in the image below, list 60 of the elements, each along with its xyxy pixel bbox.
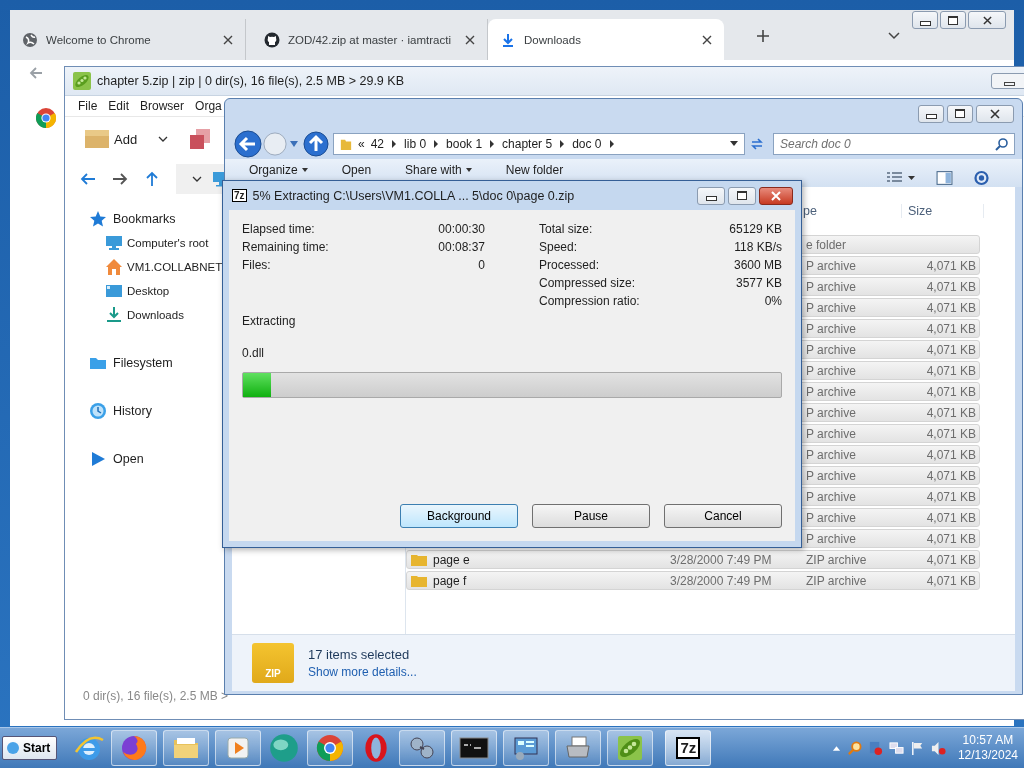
size-text: 4,071 KB: [926, 447, 976, 462]
stat-value: 0: [478, 258, 485, 272]
stat-label: Files:: [242, 258, 271, 272]
stat-label: Speed:: [539, 240, 578, 254]
size-text: 4,071 KB: [926, 279, 976, 294]
stat-label: Remaining time:: [242, 240, 329, 254]
stat-label: Processed:: [539, 258, 600, 272]
selection-count: 17 items selected: [308, 647, 411, 662]
stat-label: Total size:: [539, 222, 593, 236]
size-text: 4,071 KB: [926, 489, 976, 504]
file-name: page f: [433, 573, 467, 588]
date-text: 3/28/2000 7:49 PM: [670, 552, 772, 567]
size-text: 4,071 KB: [926, 426, 976, 441]
size-text: 4,071 KB: [926, 573, 976, 588]
type-text: P archive: [806, 279, 856, 294]
type-text: ZIP archive: [806, 573, 867, 588]
size-text: 4,071 KB: [926, 300, 976, 315]
date-text: 3/28/2000 7:49 PM: [670, 573, 772, 588]
zip-archive-icon: ZIP: [252, 643, 294, 683]
size-text: 4,071 KB: [926, 510, 976, 525]
type-text: ZIP archive: [806, 552, 867, 567]
size-text: 4,071 KB: [926, 363, 976, 378]
stat-value: 3577 KB: [735, 276, 782, 290]
stat-value: 3600 MB: [733, 258, 782, 272]
app-icon: 7z: [232, 189, 247, 202]
stat-value: 00:08:37: [438, 240, 485, 254]
stat-label: Elapsed time:: [242, 222, 315, 236]
type-text: P archive: [806, 258, 856, 273]
type-text: P archive: [806, 531, 856, 546]
stat-label: Compressed size:: [539, 276, 636, 290]
type-text: P archive: [806, 468, 856, 483]
type-text: P archive: [806, 321, 856, 336]
type-text: e folder: [806, 237, 847, 252]
size-text: 4,071 KB: [926, 468, 976, 483]
stat-value: 118 KB/s: [734, 240, 782, 254]
size-text: 4,071 KB: [926, 552, 976, 567]
size-text: 4,071 KB: [926, 405, 976, 420]
size-text: 4,071 KB: [926, 384, 976, 399]
stat-value: 65129 KB: [729, 222, 782, 236]
dialog-title: 5% Extracting C:\Users\VM1.COLLA ... 5\doc 0\page 0.zip: [252, 188, 575, 203]
type-text: P archive: [806, 489, 856, 504]
type-text: P archive: [806, 342, 856, 357]
type-text: P archive: [806, 405, 856, 420]
size-text: 4,071 KB: [926, 531, 976, 546]
size-text: 4,071 KB: [926, 321, 976, 336]
type-text: P archive: [806, 300, 856, 315]
type-text: P archive: [806, 447, 856, 462]
window-title: chapter 5.zip | zip | 0 dir(s), 16 file(s), 2.5 MB > 29.9 KB: [97, 74, 404, 88]
file-name: page e: [433, 552, 470, 567]
type-text: P archive: [806, 426, 856, 441]
file-name: 0.dll: [242, 346, 265, 362]
size-text: 4,071 KB: [926, 258, 976, 273]
stat-value: 00:00:30: [438, 222, 485, 236]
type-text: P archive: [806, 363, 856, 378]
stat-value: 0%: [764, 294, 782, 308]
status-text: Extracting: [242, 314, 297, 330]
type-text: P archive: [806, 510, 856, 525]
stat-label: Compression ratio:: [539, 294, 640, 308]
size-text: 4,071 KB: [926, 342, 976, 357]
type-text: P archive: [806, 384, 856, 399]
